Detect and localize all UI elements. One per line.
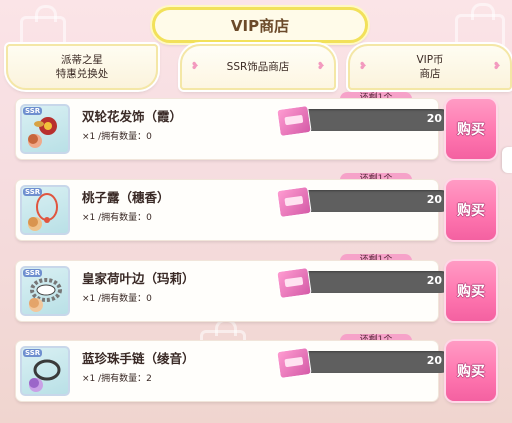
hair-flower-icon: SSR — [20, 104, 70, 154]
page-title: VIP商店 — [230, 16, 290, 35]
item-price: 20 — [426, 193, 442, 206]
ruffle-collar-icon: SSR — [20, 266, 70, 316]
vip-ticket-icon — [276, 346, 312, 380]
vip-ticket-icon — [276, 104, 312, 138]
price-bar: 20 — [276, 266, 452, 300]
tab-ssr-accessory-shop[interactable]: ❥ SSR饰品商店 ❥ — [180, 44, 336, 90]
item-price: 20 — [426, 354, 442, 367]
item-quantity: ×1 /拥有数量：2 — [82, 374, 152, 384]
buy-button-label: 购买 — [457, 203, 485, 219]
rarity-badge: SSR — [23, 188, 43, 196]
tab-vip-coin-shop[interactable]: ❥ VIP币 商店 ❥ — [348, 44, 512, 90]
scroll-edge-tab[interactable] — [502, 147, 512, 173]
bow-icon: ❥ — [358, 61, 368, 72]
tab-party-star-exchange[interactable]: 派蒂之星 特惠兑换处 — [6, 44, 158, 90]
item-name: 皇家荷叶边（玛莉） — [82, 271, 195, 286]
buy-button[interactable]: 购买 — [446, 341, 496, 401]
item-quantity: ×1 /拥有数量：0 — [82, 294, 152, 304]
bow-icon: ❥ — [316, 61, 326, 72]
item-price: 20 — [426, 274, 442, 287]
buy-button-label: 购买 — [457, 284, 485, 300]
item-quantity: ×1 /拥有数量：0 — [82, 213, 152, 223]
shop-item-row: SSR 双轮花发饰（霞） ×1 /拥有数量：0 20 — [16, 99, 452, 159]
item-quantity: ×1 /拥有数量：0 — [82, 132, 152, 142]
price-bar: 20 — [276, 346, 452, 380]
item-name: 桃子露（穗香） — [82, 190, 170, 205]
price-bar: 20 — [276, 104, 452, 138]
item-name: 蓝珍珠手链（绫音） — [82, 351, 195, 366]
vip-ticket-icon — [276, 266, 312, 300]
rarity-badge: SSR — [23, 107, 43, 115]
tab-label-line1: VIP币 — [416, 54, 444, 66]
buy-button-label: 购买 — [457, 364, 485, 380]
shop-title-banner: VIP商店 — [152, 7, 368, 43]
rarity-badge: SSR — [23, 269, 43, 277]
buy-button[interactable]: 购买 — [446, 180, 496, 240]
buy-button[interactable]: 购买 — [446, 99, 496, 159]
buy-button[interactable]: 购买 — [446, 261, 496, 321]
tab-label-line2: 特惠兑换处 — [55, 68, 109, 80]
shop-item-row: SSR 蓝珍珠手链（绫音） ×1 /拥有数量：2 20 — [16, 341, 452, 401]
item-name: 双轮花发饰（霞） — [82, 109, 183, 124]
shop-item-row: SSR 皇家荷叶边（玛莉） ×1 /拥有数量：0 20 — [16, 261, 452, 321]
tab-label-line2: 商店 — [419, 68, 441, 80]
bow-icon: ❥ — [190, 61, 200, 72]
rarity-badge: SSR — [23, 349, 43, 357]
shop-item-row: SSR 桃子露（穗香） ×1 /拥有数量：0 20 — [16, 180, 452, 240]
price-bar: 20 — [276, 185, 452, 219]
bracelet-icon: SSR — [20, 346, 70, 396]
bow-icon: ❥ — [492, 61, 502, 72]
tab-label-line1: 派蒂之星 — [61, 54, 103, 66]
necklace-icon: SSR — [20, 185, 70, 235]
item-price: 20 — [426, 112, 442, 125]
tab-label: SSR饰品商店 — [226, 61, 290, 73]
vip-ticket-icon — [276, 185, 312, 219]
buy-button-label: 购买 — [457, 122, 485, 138]
